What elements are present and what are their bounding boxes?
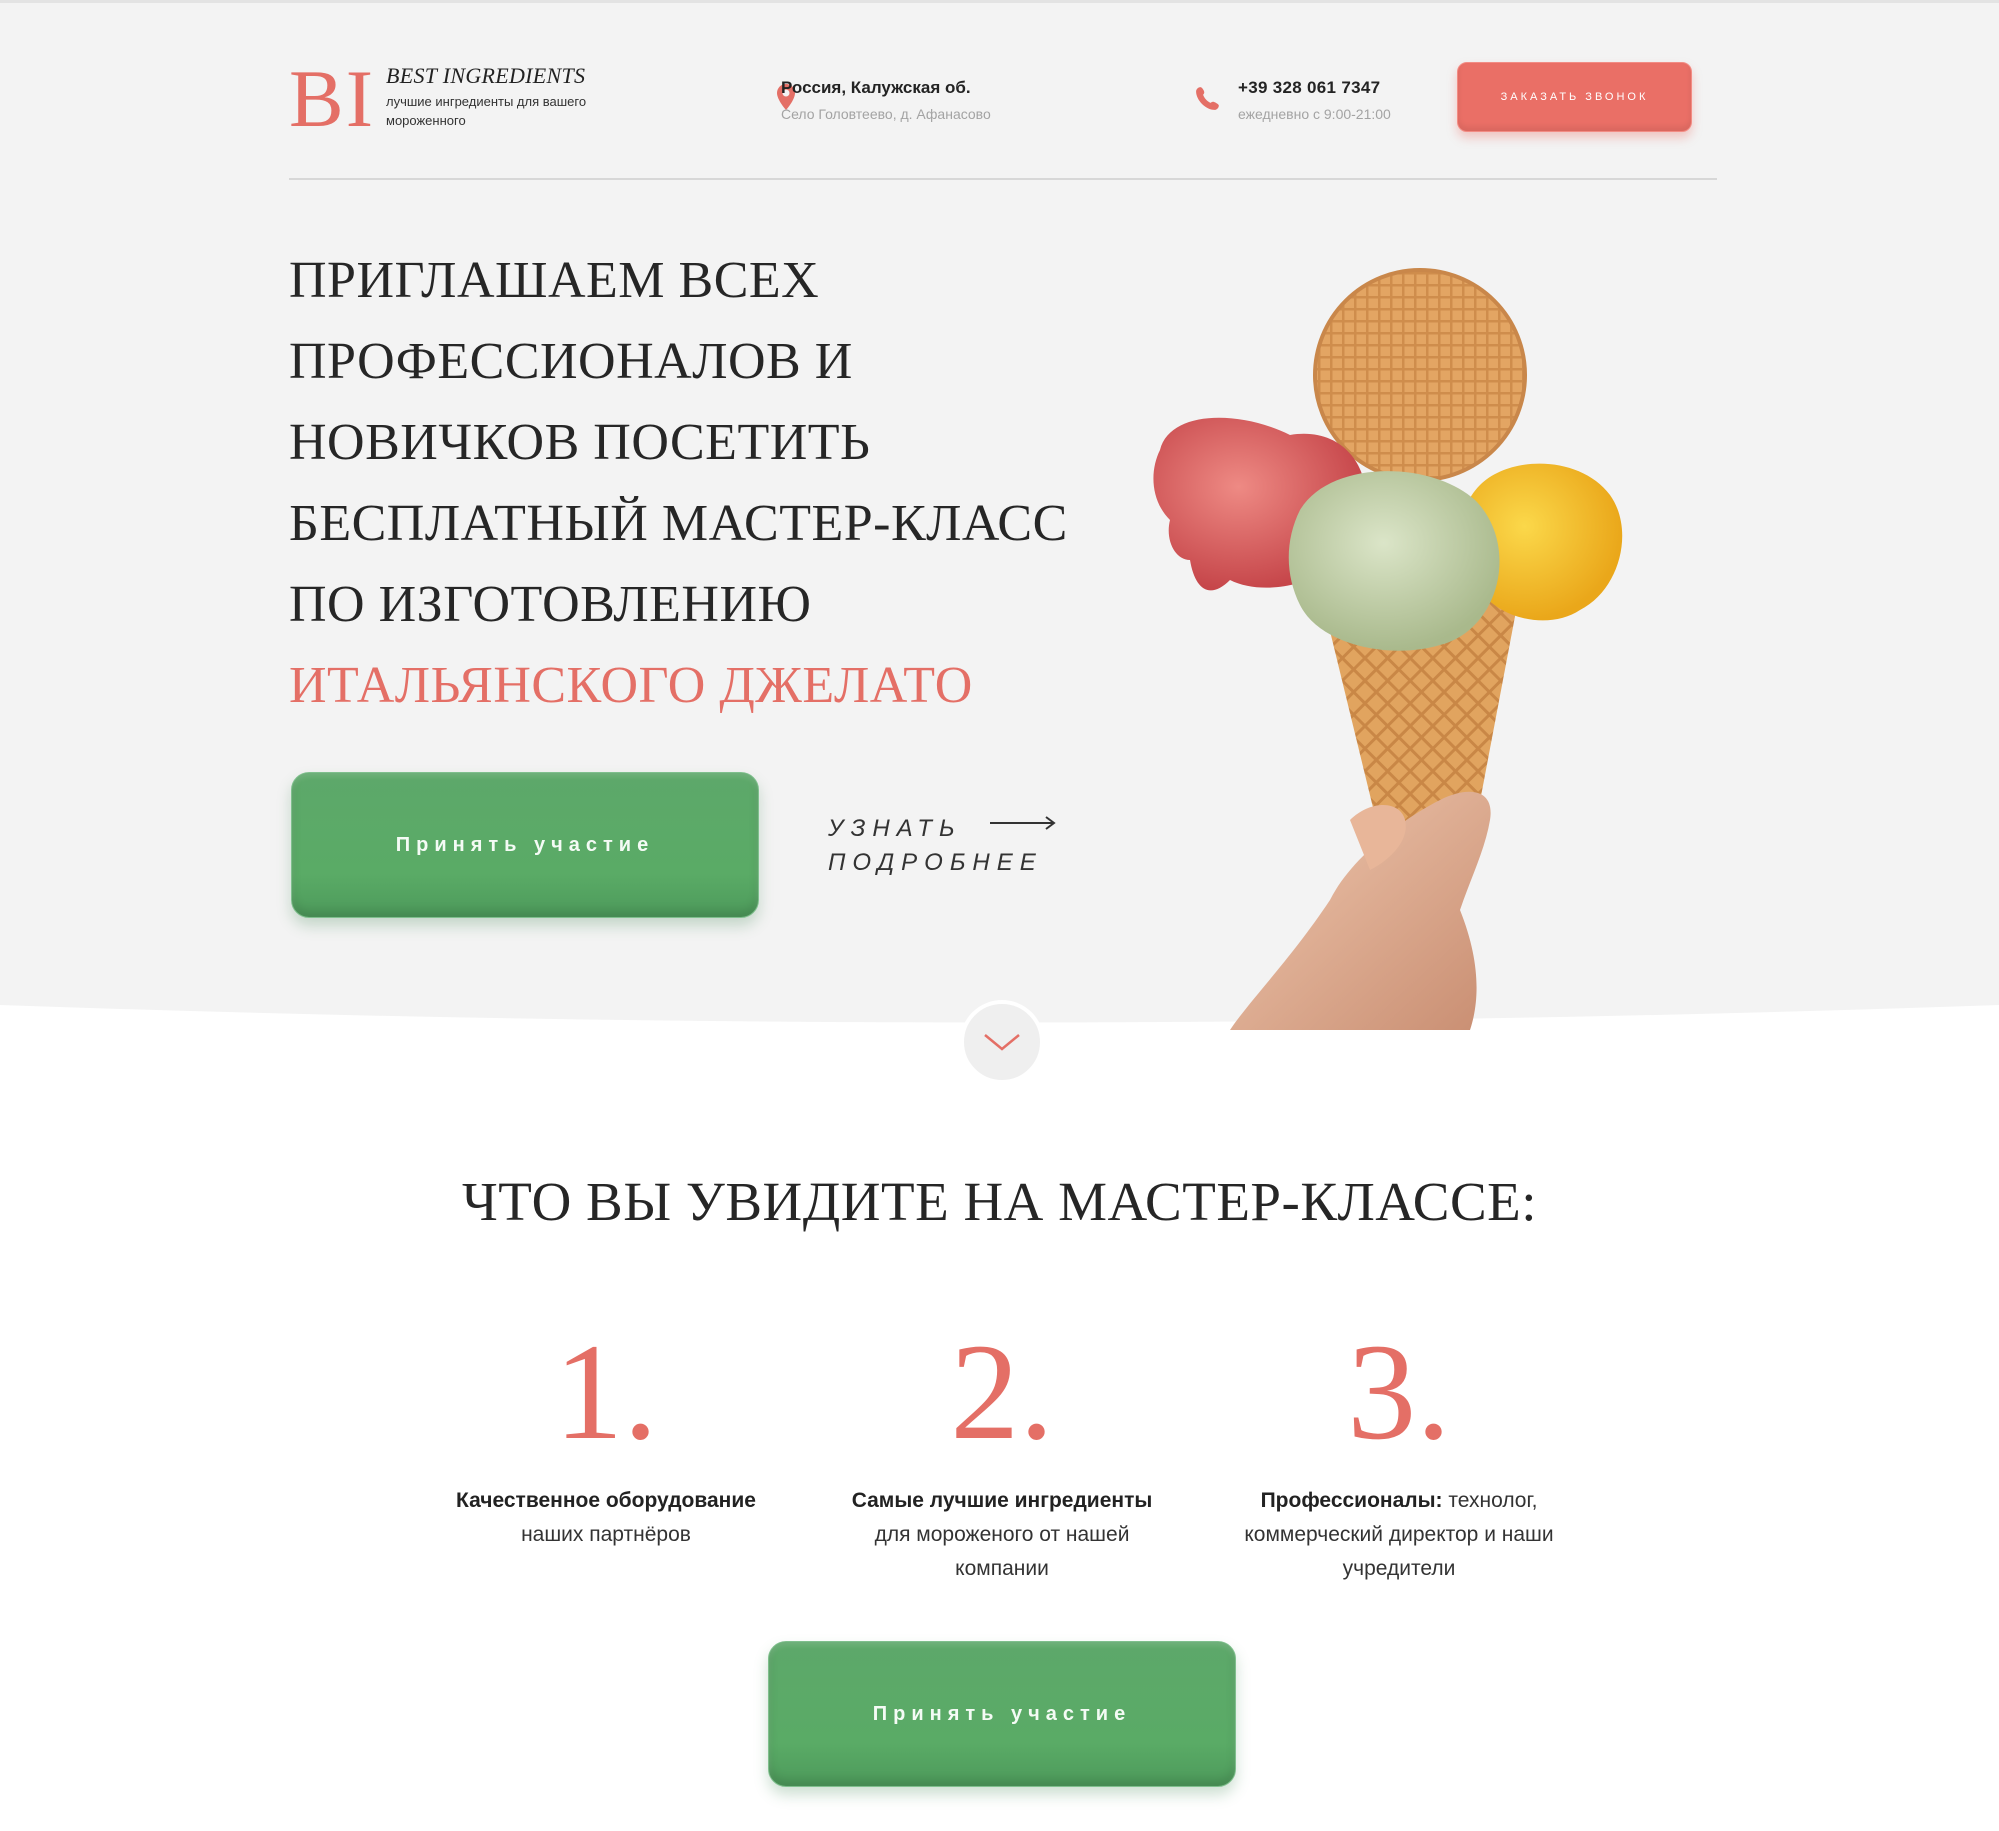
- location-main: Россия, Калужская об.: [781, 78, 971, 97]
- feature-desc: для мороженого от нашей компании: [874, 1523, 1130, 1580]
- brand-name: BEST INGREDIENTS: [386, 63, 586, 88]
- headline-accent: итальянского джелато: [289, 657, 973, 714]
- top-border: [0, 0, 1999, 3]
- phone-info: +39 328 061 7347 ежедневно с 9:00-21:00: [1238, 78, 1391, 122]
- feature-text: Самые лучшие ингредиенты для мороженого …: [822, 1484, 1182, 1586]
- section-title: Что вы увидите на мастер-классе:: [461, 1171, 1538, 1232]
- logo[interactable]: BI: [289, 58, 375, 140]
- join-button-bottom[interactable]: Принять участие: [768, 1641, 1236, 1787]
- header-divider: [289, 178, 1717, 180]
- location-sub: Село Головтеево, д. Афанасово: [781, 106, 991, 122]
- brand: BEST INGREDIENTS лучшие ингредиенты для …: [386, 64, 596, 130]
- chevron-down-icon: [984, 1034, 1020, 1051]
- phone-number[interactable]: +39 328 061 7347: [1238, 78, 1391, 98]
- feature-desc: наших партнёров: [521, 1523, 691, 1546]
- hero-headline: Приглашаем всех профессионалов и новичко…: [289, 240, 1149, 726]
- feature-bold: Самые лучшие ингредиенты: [851, 1489, 1153, 1512]
- brand-tagline: лучшие ингредиенты для вашего мороженног…: [386, 94, 587, 128]
- feature-bold: Качественное оборудование: [456, 1489, 756, 1512]
- feature-number: 2.: [950, 1315, 1054, 1468]
- arrow-right-icon: [990, 816, 1056, 830]
- feature-number: 3.: [1347, 1315, 1451, 1468]
- ice-cream-image: [1153, 268, 1623, 1030]
- feature-item: 1. Качественное оборудование наших партн…: [426, 1322, 786, 1552]
- feature-text: Профессионалы: технолог, коммерческий ди…: [1239, 1484, 1559, 1586]
- phone-icon: [1196, 87, 1219, 110]
- feature-bold: Профессионалы:: [1260, 1489, 1443, 1512]
- join-button[interactable]: Принять участие: [291, 772, 759, 918]
- landing-page: BI BEST INGREDIENTS лучшие ингредиенты д…: [0, 0, 1999, 1831]
- scroll-down-button[interactable]: [960, 1000, 1044, 1084]
- location: Россия, Калужская об. Село Головтеево, д…: [781, 78, 991, 122]
- feature-item: 3. Профессионалы: технолог, коммерческий…: [1219, 1322, 1579, 1586]
- headline-text: Приглашаем всех профессионалов и новичко…: [289, 252, 1068, 633]
- callback-button[interactable]: Заказать звонок: [1457, 62, 1692, 132]
- feature-item: 2. Самые лучшие ингредиенты для морожено…: [822, 1322, 1182, 1586]
- feature-text: Качественное оборудование наших партнёро…: [426, 1484, 786, 1552]
- feature-number: 1.: [554, 1315, 658, 1468]
- phone-hours: ежедневно с 9:00-21:00: [1238, 106, 1391, 122]
